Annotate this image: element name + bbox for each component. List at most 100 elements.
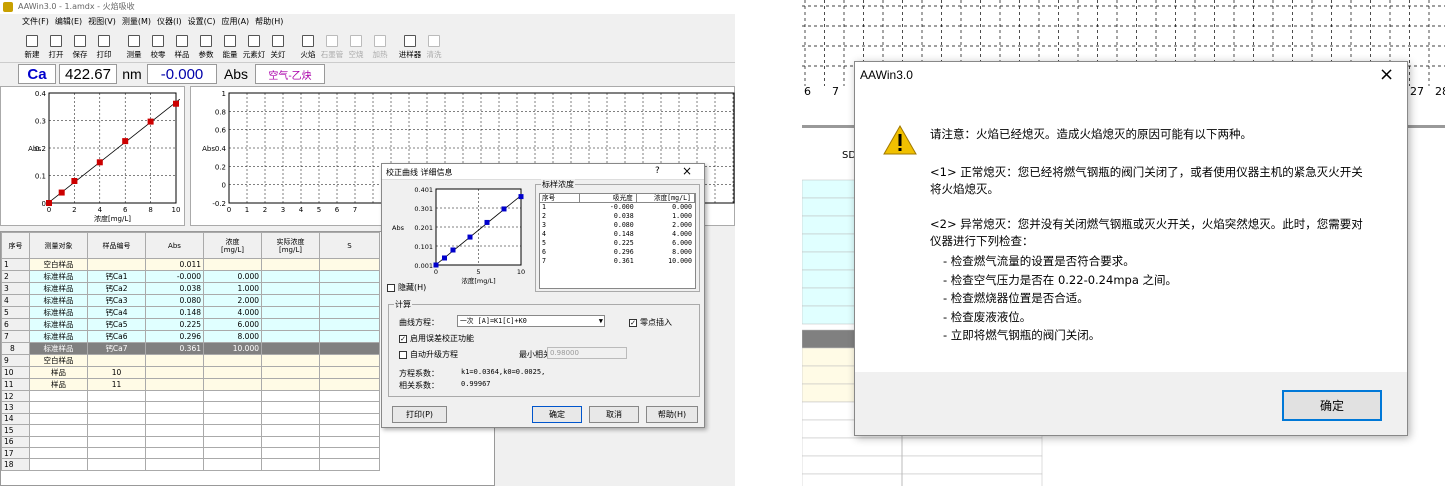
table-row[interactable]: 11 样品 11 xyxy=(1,378,380,391)
std-header-row[interactable]: 序号 吸光度 浓度[mg/L] xyxy=(540,194,695,203)
table-cell[interactable] xyxy=(261,458,320,471)
std-list[interactable]: 序号 吸光度 浓度[mg/L] 1 -0.000 0.000 2 0.038 1.000 3 0.0… xyxy=(539,193,696,289)
table-cell[interactable]: 钙Ca5 xyxy=(87,318,146,331)
table-cell[interactable] xyxy=(319,401,380,414)
row-number[interactable]: 15 xyxy=(1,424,30,437)
table-cell[interactable] xyxy=(319,458,380,471)
table-cell[interactable] xyxy=(261,294,320,307)
table-cell[interactable]: 10 xyxy=(87,366,146,379)
table-cell[interactable]: 样品 xyxy=(29,378,88,391)
table-cell[interactable] xyxy=(261,342,320,355)
row-number[interactable]: 7 xyxy=(1,330,30,343)
table-cell[interactable]: 0.000 xyxy=(203,270,262,283)
toolbar-button-sampler[interactable]: 进样器 xyxy=(398,29,422,63)
table-cell[interactable] xyxy=(261,424,320,437)
table-cell[interactable] xyxy=(319,282,380,295)
column-header[interactable]: Abs xyxy=(145,232,204,259)
table-cell[interactable] xyxy=(87,401,146,414)
print-button[interactable]: 打印(P) xyxy=(392,406,447,423)
table-cell[interactable] xyxy=(261,306,320,319)
auto-check-box[interactable] xyxy=(399,350,407,359)
toolbar-button-save[interactable]: 保存 xyxy=(68,29,92,63)
table-cell[interactable] xyxy=(261,378,320,391)
table-cell[interactable] xyxy=(319,294,380,307)
table-cell[interactable]: 标准样品 xyxy=(29,306,88,319)
table-cell[interactable] xyxy=(319,270,380,283)
error-check-box[interactable]: ✓ xyxy=(399,334,407,343)
table-cell[interactable] xyxy=(203,446,262,460)
std-row[interactable]: 4 0.148 4.000 xyxy=(540,230,695,239)
std-row[interactable]: 1 -0.000 0.000 xyxy=(540,203,695,212)
table-cell[interactable]: 标准样品 xyxy=(29,330,88,343)
table-row[interactable]: 16 xyxy=(1,435,380,448)
table-cell[interactable]: 空白样品 xyxy=(29,354,88,367)
row-number[interactable]: 11 xyxy=(1,378,30,391)
table-cell[interactable] xyxy=(319,366,380,379)
std-row[interactable]: 2 0.038 1.000 xyxy=(540,212,695,221)
menu-item[interactable]: 测量(M) xyxy=(122,14,151,29)
table-cell[interactable]: 标准样品 xyxy=(29,294,88,307)
menu-item[interactable]: 仪器(I) xyxy=(157,14,182,29)
table-cell[interactable]: 标准样品 xyxy=(29,318,88,331)
table-cell[interactable]: 10.000 xyxy=(203,342,262,355)
row-number[interactable]: 17 xyxy=(1,446,30,460)
alert-ok-button[interactable]: 确定 xyxy=(1282,390,1382,421)
auto-upgrade-checkbox[interactable]: 自动升级方程 xyxy=(399,349,458,360)
table-cell[interactable]: 0.080 xyxy=(145,294,204,307)
table-cell[interactable]: 钙Ca1 xyxy=(87,270,146,283)
table-row[interactable]: 7 标准样品 钙Ca6 0.296 8.000 xyxy=(1,330,380,343)
hide-checkbox[interactable]: 隐藏(H) xyxy=(387,282,426,293)
table-cell[interactable] xyxy=(203,378,262,391)
table-cell[interactable] xyxy=(29,458,88,471)
menu-item[interactable]: 帮助(H) xyxy=(255,14,283,29)
table-cell[interactable]: 11 xyxy=(87,378,146,391)
zero-insert-checkbox[interactable]: ✓ 零点插入 xyxy=(629,317,672,328)
table-cell[interactable] xyxy=(87,435,146,448)
table-row[interactable]: 10 样品 10 xyxy=(1,366,380,379)
table-cell[interactable] xyxy=(261,354,320,367)
table-cell[interactable] xyxy=(145,401,204,414)
results-grid[interactable]: 序号 测量对象 样品编号 Abs 浓度 [mg/L] 实际浓度 [mg/L] S 1 空白样品 0… xyxy=(1,232,380,471)
table-cell[interactable]: 0.038 xyxy=(145,282,204,295)
toolbar-button-energy[interactable]: 能量 xyxy=(218,29,242,63)
toolbar-button-play[interactable]: 测量 xyxy=(122,29,146,63)
table-cell[interactable]: 0.296 xyxy=(145,330,204,343)
table-cell[interactable] xyxy=(145,435,204,448)
table-cell[interactable] xyxy=(319,389,380,403)
toolbar-button-sample[interactable]: 样品 xyxy=(170,29,194,63)
table-cell[interactable] xyxy=(319,446,380,460)
table-cell[interactable] xyxy=(145,378,204,391)
table-cell[interactable] xyxy=(261,330,320,343)
table-cell[interactable] xyxy=(29,401,88,414)
std-row[interactable]: 3 0.080 2.000 xyxy=(540,221,695,230)
table-cell[interactable] xyxy=(319,258,380,271)
table-cell[interactable] xyxy=(319,318,380,331)
table-row[interactable]: 13 xyxy=(1,401,380,414)
table-cell[interactable]: 钙Ca4 xyxy=(87,306,146,319)
row-number[interactable]: 6 xyxy=(1,318,30,331)
table-row[interactable]: 17 xyxy=(1,446,380,460)
row-number[interactable]: 8 xyxy=(1,342,30,355)
table-cell[interactable]: 钙Ca2 xyxy=(87,282,146,295)
table-cell[interactable]: 钙Ca7 xyxy=(87,342,146,355)
table-cell[interactable] xyxy=(203,412,262,426)
table-cell[interactable] xyxy=(87,412,146,426)
table-row[interactable]: 3 标准样品 钙Ca2 0.038 1.000 xyxy=(1,282,380,295)
std-row[interactable]: 7 0.361 10.000 xyxy=(540,257,695,266)
table-cell[interactable] xyxy=(145,389,204,403)
menu-item[interactable]: 视图(V) xyxy=(88,14,116,29)
error-correction-checkbox[interactable]: ✓ 启用误差校正功能 xyxy=(399,333,474,344)
table-cell[interactable] xyxy=(203,366,262,379)
table-cell[interactable] xyxy=(319,330,380,343)
column-header[interactable]: 序号 xyxy=(1,232,30,259)
table-cell[interactable] xyxy=(319,306,380,319)
row-number[interactable]: 14 xyxy=(1,412,30,426)
hide-check-box[interactable] xyxy=(387,283,395,292)
menu-item[interactable]: 应用(A) xyxy=(221,14,249,29)
row-number[interactable]: 18 xyxy=(1,458,30,471)
menu-item[interactable]: 设置(C) xyxy=(188,14,216,29)
table-cell[interactable] xyxy=(29,435,88,448)
table-cell[interactable] xyxy=(145,424,204,437)
table-row[interactable]: 18 xyxy=(1,458,380,471)
table-cell[interactable] xyxy=(203,354,262,367)
